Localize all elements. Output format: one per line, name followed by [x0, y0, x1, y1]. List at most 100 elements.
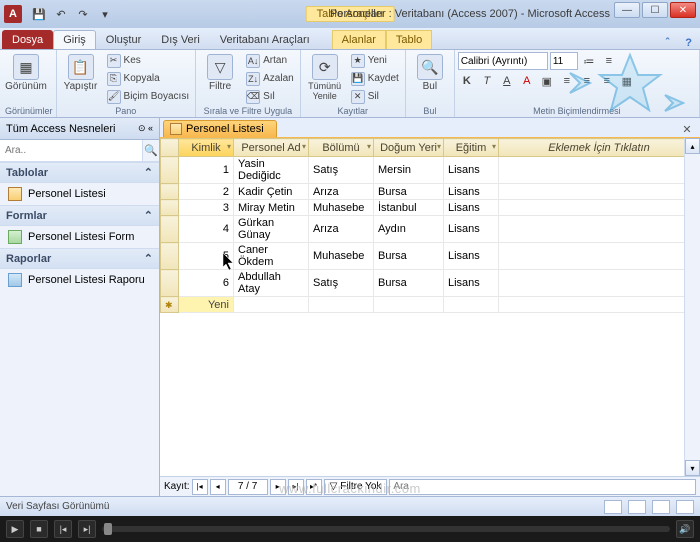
row-selector[interactable] — [161, 157, 179, 184]
cell-new-id[interactable]: Yeni — [179, 297, 234, 313]
redo-icon[interactable]: ↷ — [74, 5, 92, 23]
cell-birthplace[interactable]: İstanbul — [374, 200, 444, 216]
vertical-scrollbar[interactable]: ▴ ▾ — [684, 138, 700, 476]
cell-name[interactable]: Gürkan Günay — [234, 216, 309, 243]
tab-table[interactable]: Tablo — [386, 30, 432, 49]
cut-button[interactable]: ✂Kes — [104, 52, 193, 69]
sort-asc-button[interactable]: A↓Artan — [243, 52, 297, 69]
volume-button[interactable]: 🔊 — [676, 520, 694, 538]
record-search-input[interactable] — [389, 479, 696, 495]
font-color-button[interactable]: A — [518, 72, 536, 90]
new-record-nav-button[interactable]: ▸* — [306, 479, 322, 495]
row-selector[interactable] — [161, 184, 179, 200]
underline-button[interactable]: A — [498, 72, 516, 90]
prev-button[interactable]: |◂ — [54, 520, 72, 538]
font-name-combo[interactable] — [458, 52, 548, 70]
new-record-button[interactable]: ★Yeni — [348, 52, 402, 69]
cell-dept[interactable]: Arıza — [309, 216, 374, 243]
search-icon[interactable]: 🔍 — [142, 140, 159, 161]
cell-empty[interactable] — [499, 200, 700, 216]
seek-thumb[interactable] — [104, 523, 112, 535]
nav-section-header[interactable]: Tablolar⌃ — [0, 162, 159, 183]
cell-id[interactable]: 1 — [179, 157, 234, 184]
sort-desc-button[interactable]: Z↓Azalan — [243, 70, 297, 87]
view-design-button[interactable] — [628, 500, 646, 514]
cell-name[interactable]: Kadir Çetin — [234, 184, 309, 200]
column-header-birthplace[interactable]: Doğum Yeri▾ — [374, 139, 444, 157]
cell-edu[interactable]: Lisans — [444, 270, 499, 297]
dropdown-icon[interactable]: ▾ — [437, 142, 441, 151]
undo-icon[interactable]: ↶ — [52, 5, 70, 23]
align-center-button[interactable]: ≡ — [578, 72, 596, 90]
cell-id[interactable]: 6 — [179, 270, 234, 297]
cell-birthplace[interactable]: Bursa — [374, 243, 444, 270]
align-left-button[interactable]: ≡ — [558, 72, 576, 90]
filter-button[interactable]: ▽ Filtre — [199, 52, 241, 94]
first-record-button[interactable]: |◂ — [192, 479, 208, 495]
row-selector[interactable] — [161, 216, 179, 243]
cell-name[interactable]: Caner Ökdem — [234, 243, 309, 270]
row-selector[interactable] — [161, 297, 179, 313]
prev-record-button[interactable]: ◂ — [210, 479, 226, 495]
cell-birthplace[interactable]: Bursa — [374, 184, 444, 200]
cell-name[interactable]: Miray Metin — [234, 200, 309, 216]
numbering-icon[interactable]: ≡ — [600, 52, 618, 70]
cell-empty[interactable] — [499, 184, 700, 200]
cell-id[interactable]: 2 — [179, 184, 234, 200]
cell-empty[interactable] — [499, 270, 700, 297]
find-button[interactable]: 🔍 Bul — [409, 52, 451, 94]
column-header-dept[interactable]: Bölümü▾ — [309, 139, 374, 157]
dropdown-icon[interactable]: ▾ — [492, 142, 496, 151]
cell-name[interactable]: Yasin Dediğidc — [234, 157, 309, 184]
cell-birthplace[interactable]: Aydın — [374, 216, 444, 243]
cell-edu[interactable]: Lisans — [444, 243, 499, 270]
scroll-up-icon[interactable]: ▴ — [685, 138, 700, 154]
cell-id[interactable]: 5 — [179, 243, 234, 270]
save-record-button[interactable]: 💾Kaydet — [348, 70, 402, 87]
cell-birthplace[interactable]: Mersin — [374, 157, 444, 184]
column-header-edu[interactable]: Eğitim▾ — [444, 139, 499, 157]
row-selector[interactable] — [161, 243, 179, 270]
save-icon[interactable]: 💾 — [30, 5, 48, 23]
table-row[interactable]: 3Miray MetinMuhasebeİstanbulLisans — [161, 200, 700, 216]
cell-edu[interactable]: Lisans — [444, 157, 499, 184]
cell-dept[interactable]: Satış — [309, 270, 374, 297]
clear-sort-button[interactable]: ⌫Sıl — [243, 88, 297, 105]
table-row[interactable]: 6Abdullah AtaySatışBursaLisans — [161, 270, 700, 297]
stop-button[interactable]: ■ — [30, 520, 48, 538]
close-tab-button[interactable]: ✕ — [678, 121, 696, 137]
dropdown-icon[interactable]: ▾ — [302, 142, 306, 151]
cell-empty[interactable] — [499, 243, 700, 270]
table-row[interactable]: 1Yasin DediğidcSatışMersinLisans — [161, 157, 700, 184]
nav-search-input[interactable] — [0, 140, 142, 161]
maximize-button[interactable]: ☐ — [642, 2, 668, 18]
scroll-down-icon[interactable]: ▾ — [685, 460, 700, 476]
cell-edu[interactable]: Lisans — [444, 200, 499, 216]
nav-section-header[interactable]: Formlar⌃ — [0, 205, 159, 226]
play-button[interactable]: ▶ — [6, 520, 24, 538]
nav-item-report[interactable]: Personel Listesi Raporu — [0, 269, 159, 291]
filter-indicator[interactable]: ▽Filtre Yok — [324, 479, 388, 495]
next-record-button[interactable]: ▸ — [270, 479, 286, 495]
nav-item-form[interactable]: Personel Listesi Form — [0, 226, 159, 248]
next-button[interactable]: ▸| — [78, 520, 96, 538]
copy-button[interactable]: ⎘Kopyala — [104, 70, 193, 87]
tab-create[interactable]: Oluştur — [96, 30, 151, 49]
tab-external-data[interactable]: Dış Veri — [151, 30, 210, 49]
close-button[interactable]: ✕ — [670, 2, 696, 18]
record-position-input[interactable] — [228, 479, 268, 495]
help-icon[interactable]: ? — [677, 37, 700, 49]
fill-color-button[interactable]: ▣ — [538, 72, 556, 90]
qat-customize-icon[interactable]: ▾ — [96, 5, 114, 23]
font-size-combo[interactable] — [550, 52, 578, 70]
cell-dept[interactable]: Satış — [309, 157, 374, 184]
cell-birthplace[interactable]: Bursa — [374, 270, 444, 297]
dropdown-icon[interactable]: ▾ — [367, 142, 371, 151]
tab-home[interactable]: Giriş — [53, 30, 96, 49]
tab-database-tools[interactable]: Veritabanı Araçları — [210, 30, 320, 49]
new-record-row[interactable]: Yeni — [161, 297, 700, 313]
table-row[interactable]: 5Caner ÖkdemMuhasebeBursaLisans — [161, 243, 700, 270]
cell-dept[interactable]: Muhasebe — [309, 200, 374, 216]
column-header-add[interactable]: Eklemek İçin Tıklatın▾ — [499, 139, 700, 157]
table-row[interactable]: 2Kadir ÇetinArızaBursaLisans — [161, 184, 700, 200]
